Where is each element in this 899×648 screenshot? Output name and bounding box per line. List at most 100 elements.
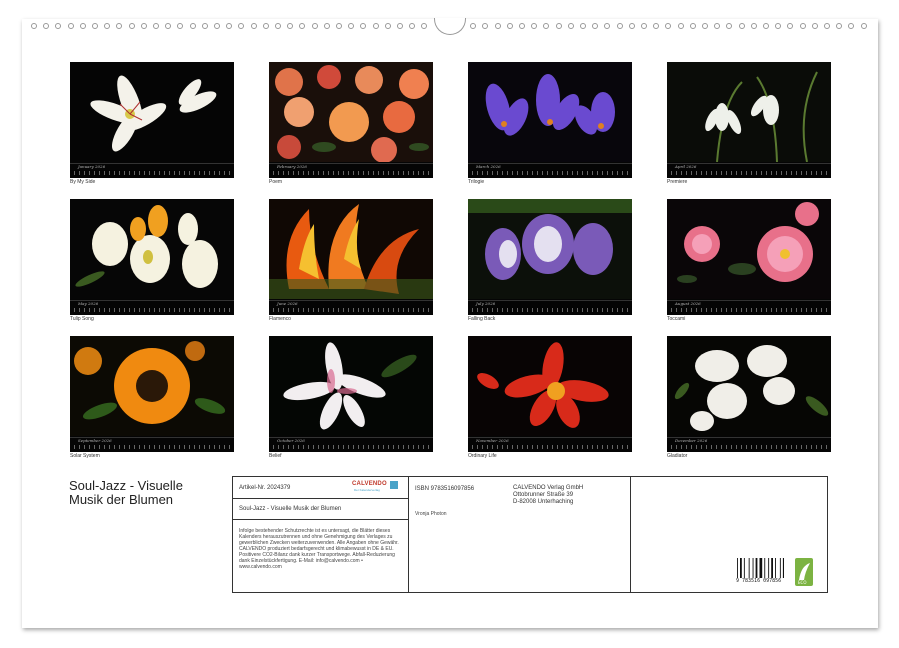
month-label: December 2026 [675,438,708,443]
binding-ring [140,23,147,29]
binding-ring [506,23,513,29]
image-title: Toccami [667,316,686,322]
barcode-digits: 9 783516 097856 [736,578,782,584]
binding-ring [67,23,74,29]
binding-ring [128,23,135,29]
publisher-address: CALVENDO Verlag GmbH Ottobrunner Straße … [513,485,583,506]
binding-ring [311,23,318,29]
image-title: Tulip Song [70,316,94,322]
binding-ring [189,23,196,29]
thumbnail-may: May 2026 [70,199,234,315]
thumbnail-august: August 2026 [667,199,831,315]
binding-ring [641,23,647,29]
thumbnail-december: December 2026 [667,336,831,452]
thumbnail-april: April 2026 [667,62,831,178]
calendar-title: Soul-Jazz - Visuelle Musik der Blumen [69,479,183,507]
binding-ring [689,23,696,29]
info-column-left: Artikel-Nr. 2024379 Soul-Jazz - Visuelle… [233,477,409,592]
camellia-image [667,199,831,299]
snowdrops-image [667,62,831,162]
thumbnail-march: March 2026 [468,62,632,178]
image-title: Trilogie [468,179,485,185]
thumbnail-june: June 2026 [269,199,433,315]
binding-ring [323,23,330,29]
binding-ring [750,23,757,29]
binding-ring [92,23,98,29]
binding-ring [738,23,745,29]
logo-tagline: Der Kalenderverlag [354,488,380,492]
month-label: May 2026 [78,301,99,306]
info-column-middle: ISBN 9783516097856 Vronja Photon CALVEND… [409,477,631,592]
binding-ring [372,23,379,29]
binding-ring [628,23,635,29]
month-label: August 2026 [675,301,701,306]
thumbnail-february: February 2026 [269,62,433,178]
image-title: Solar System [70,453,100,459]
sunflower-image [70,336,234,436]
binding-ring [824,23,830,29]
title-line-1: Soul-Jazz - Visuelle [69,478,183,493]
gladiolus-image [468,199,632,299]
roses-image [269,62,433,162]
eco-label-icon: ECO [795,558,813,586]
month-label: January 2026 [78,164,106,169]
binding-ring [397,23,403,29]
month-label: February 2026 [277,164,307,169]
binding-ring [763,23,769,29]
lily-image [70,62,234,162]
parrot-tulip-image [269,199,433,299]
legal-notice: Infolge bestehender Schutzrechte ist es … [239,528,399,570]
binding-ring [336,23,342,29]
white-gladiolus-image [667,336,831,436]
logo-mark-icon [390,481,398,489]
product-title: Soul-Jazz - Visuelle Musik der Blumen [239,506,342,512]
tulips-image [70,199,234,299]
white-lily-image [269,336,433,436]
barcode: 9 783516 097856 [736,558,785,584]
binding-ring [555,23,562,29]
binding-ring [519,23,525,29]
month-label: November 2026 [476,438,509,443]
binding-ring [860,23,867,29]
image-title: Gladiator [667,453,688,459]
month-label: April 2026 [675,164,697,169]
article-number: Artikel-Nr. 2024379 [239,485,291,491]
image-title: Flamenco [269,316,291,322]
image-title: Falling Back [468,316,496,322]
thumbnail-september: September 2026 [70,336,234,452]
binding-ring [250,23,257,29]
binding-ring [262,23,269,29]
binding-ring [214,23,220,29]
publisher-city: D-82008 Unterhaching [513,499,574,505]
month-label: March 2026 [476,164,501,169]
barcode-bars-icon [737,558,785,578]
binding-ring [799,23,806,29]
crocus-image [468,62,632,162]
red-lily-image [468,336,632,436]
binding-ring [494,23,501,29]
binding-ring [811,23,818,29]
thumbnail-july: July 2026 [468,199,632,315]
binding-ring [153,23,159,29]
binding-ring [31,23,37,29]
product-title-row: Soul-Jazz - Visuelle Musik der Blumen [233,498,408,520]
image-title: Ordinary Life [468,453,497,459]
thumbnail-january: January 2026 [70,62,234,178]
thumbnail-october: October 2026 [269,336,433,452]
binding-ring [616,23,623,29]
calvendo-logo: CALVENDO Der Kalenderverlag [352,481,400,493]
binding-ring [677,23,684,29]
title-line-2: Musik der Blumen [69,492,174,507]
image-title: Belief [269,453,282,459]
binding-ring [384,23,391,29]
image-title: By My Side [70,179,96,185]
image-title: Premiere [667,179,688,185]
image-title: Poem [269,179,283,185]
binding-ring [702,23,708,29]
month-label: September 2026 [78,438,112,443]
author-name: Vronja Photon [415,511,447,517]
binding-ring [79,23,86,29]
binding-ring [580,23,586,29]
month-label: June 2026 [277,301,298,306]
binding-ring [567,23,574,29]
